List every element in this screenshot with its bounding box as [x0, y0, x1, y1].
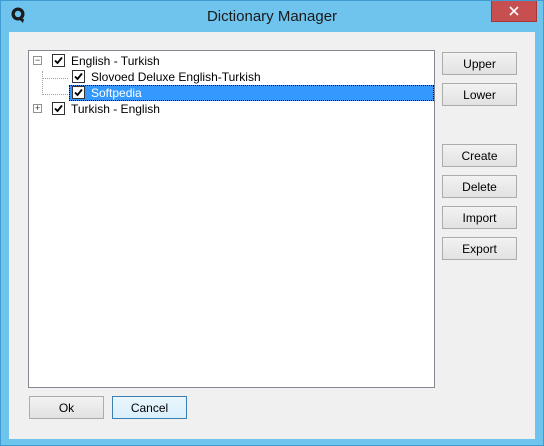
- dialog-client-area: − English - Turkish Slovoed Deluxe Engli…: [9, 32, 535, 439]
- ok-button[interactable]: Ok: [29, 396, 104, 419]
- checkbox-slovoed[interactable]: [72, 70, 85, 83]
- tree-node-softpedia[interactable]: Softpedia: [29, 85, 434, 101]
- upper-button[interactable]: Upper: [442, 52, 517, 75]
- checkbox-turkish-english[interactable]: [52, 102, 65, 115]
- title-bar[interactable]: Dictionary Manager: [1, 1, 543, 32]
- checkbox-english-turkish[interactable]: [52, 54, 65, 67]
- cancel-button[interactable]: Cancel: [112, 396, 187, 419]
- checkmark-icon: [54, 56, 63, 65]
- dictionary-manager-window: Dictionary Manager − English - Turkish S…: [0, 0, 544, 446]
- import-button[interactable]: Import: [442, 206, 517, 229]
- checkmark-icon: [74, 88, 83, 97]
- tree-node-turkish-english[interactable]: + Turkish - English: [29, 101, 434, 117]
- lower-button[interactable]: Lower: [442, 83, 517, 106]
- checkbox-softpedia[interactable]: [72, 86, 85, 99]
- delete-button[interactable]: Delete: [442, 175, 517, 198]
- checkmark-icon: [74, 72, 83, 81]
- tree-node-label: Turkish - English: [71, 102, 160, 116]
- tree-node-label: English - Turkish: [71, 54, 160, 68]
- close-icon: [509, 6, 519, 16]
- export-button[interactable]: Export: [442, 237, 517, 260]
- close-button[interactable]: [491, 1, 537, 22]
- checkmark-icon: [54, 104, 63, 113]
- tree-node-english-turkish[interactable]: − English - Turkish: [29, 53, 434, 69]
- tree-node-slovoed[interactable]: Slovoed Deluxe English-Turkish: [29, 69, 434, 85]
- tree-node-label: Softpedia: [91, 86, 142, 100]
- collapse-icon[interactable]: −: [33, 56, 42, 65]
- tree-node-label: Slovoed Deluxe English-Turkish: [91, 70, 261, 84]
- expand-icon[interactable]: +: [33, 104, 42, 113]
- dictionary-tree[interactable]: − English - Turkish Slovoed Deluxe Engli…: [28, 50, 435, 388]
- window-title: Dictionary Manager: [206, 8, 338, 25]
- create-button[interactable]: Create: [442, 144, 517, 167]
